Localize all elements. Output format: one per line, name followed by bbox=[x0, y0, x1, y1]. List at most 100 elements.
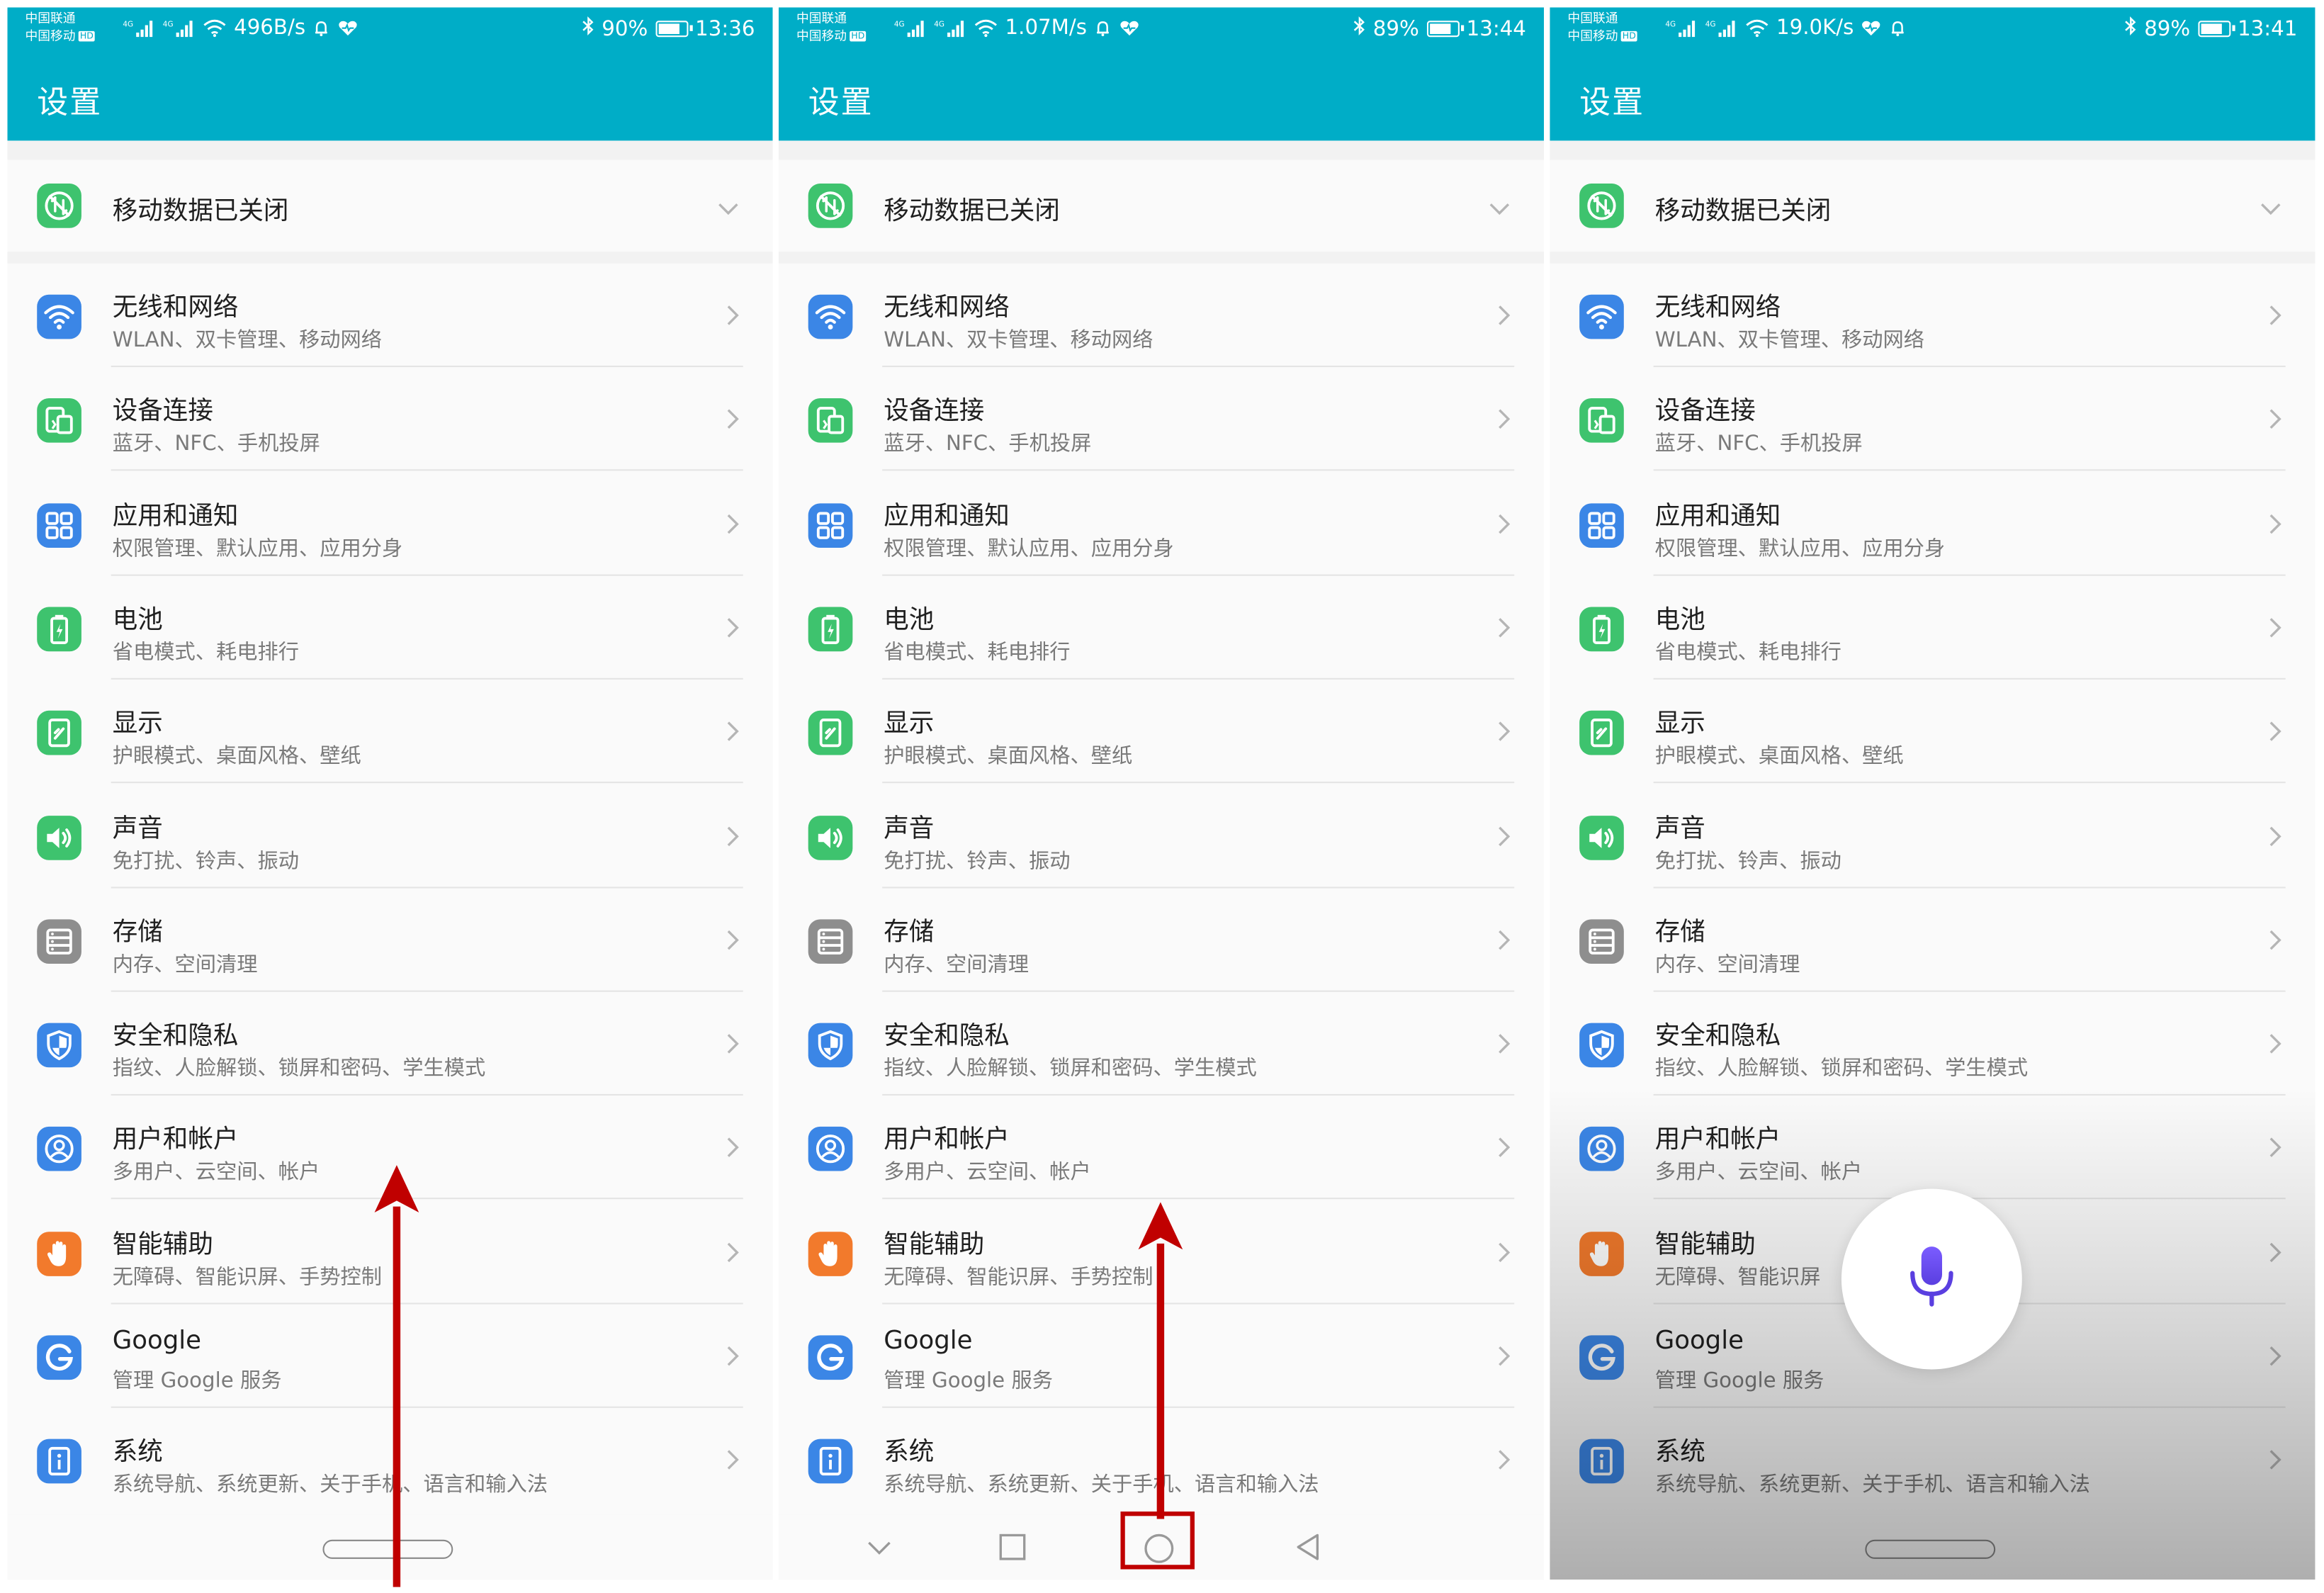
settings-item-apps[interactable]: 应用和通知 权限管理、默认应用、应用分身 bbox=[779, 472, 1544, 575]
signal-icon: 4G bbox=[1705, 19, 1738, 38]
chevron-right-icon bbox=[726, 824, 740, 854]
settings-item-subtitle: 权限管理、默认应用、应用分身 bbox=[112, 536, 403, 561]
chevron-down-icon[interactable] bbox=[716, 194, 740, 223]
settings-list: 无线和网络 WLAN、双卡管理、移动网络 设备连接 蓝牙、NFC、手机投屏 应用和通知权… bbox=[7, 263, 773, 1515]
nav-recents-button[interactable] bbox=[998, 1532, 1027, 1567]
mobile-data-row[interactable]: 移动数据已关闭 bbox=[7, 159, 773, 252]
settings-item-subtitle: 护眼模式、桌面风格、壁纸 bbox=[112, 745, 361, 769]
settings-item-subtitle: 免打扰、铃声、振动 bbox=[884, 849, 1071, 873]
settings-item-shield[interactable]: 安全和隐私 指纹、人脸解锁、锁屏和密码、学生模式 bbox=[1550, 992, 2315, 1096]
settings-item-apps[interactable]: 应用和通知 权限管理、默认应用、应用分身 bbox=[1550, 472, 2315, 575]
gesture-home-bar[interactable] bbox=[1865, 1539, 1996, 1559]
settings-item-subtitle: 系统导航、系统更新、关于手机、语言和输入法 bbox=[1654, 1473, 2090, 1497]
settings-item-sound[interactable]: 声音 免打扰、铃声、振动 bbox=[7, 784, 772, 888]
settings-item-storage[interactable]: 存储 内存、空间清理 bbox=[779, 888, 1544, 992]
system-icon bbox=[1579, 1439, 1624, 1484]
mobile-data-row[interactable]: 移动数据已关闭 bbox=[778, 159, 1545, 252]
settings-item-label: 电池 bbox=[884, 605, 935, 636]
settings-item-system[interactable]: 系统 系统导航、系统更新、关于手机、语言和输入法 bbox=[779, 1408, 1544, 1512]
display-icon bbox=[37, 711, 81, 755]
settings-item-sound[interactable]: 声音 免打扰、铃声、振动 bbox=[1550, 784, 2315, 888]
settings-item-sound[interactable]: 声音 免打扰、铃声、振动 bbox=[779, 784, 1544, 888]
settings-item-apps[interactable]: 应用和通知 权限管理、默认应用、应用分身 bbox=[7, 472, 772, 575]
settings-item-battery[interactable]: 电池 省电模式、耗电排行 bbox=[7, 575, 772, 680]
settings-item-hand[interactable]: 智能辅助 无障碍、智能识屏、手势控制 bbox=[7, 1200, 772, 1304]
settings-item-label: 安全和隐私 bbox=[1654, 1021, 1781, 1052]
settings-item-google[interactable]: Google 管理 Google 服务 bbox=[7, 1305, 772, 1408]
settings-item-wifi[interactable]: 无线和网络 WLAN、双卡管理、移动网络 bbox=[1550, 264, 2315, 368]
battery-percent: 90% bbox=[602, 17, 648, 41]
settings-item-subtitle: 系统导航、系统更新、关于手机、语言和输入法 bbox=[884, 1473, 1319, 1497]
settings-item-shield[interactable]: 安全和隐私 指纹、人脸解锁、锁屏和密码、学生模式 bbox=[7, 992, 772, 1096]
chevron-right-icon bbox=[726, 1240, 740, 1270]
svg-text:4G: 4G bbox=[123, 21, 133, 29]
chevron-right-icon bbox=[726, 512, 740, 541]
clock: 13:41 bbox=[2238, 17, 2298, 41]
carrier-names: 中国联通 中国移动 HD bbox=[1567, 11, 1637, 46]
settings-item-label: 安全和隐私 bbox=[884, 1021, 1010, 1052]
settings-item-battery[interactable]: 电池省电模式、耗电排行 bbox=[779, 575, 1544, 680]
user-icon bbox=[1579, 1127, 1624, 1172]
settings-item-subtitle: 无障碍、智能识屏、手势控制 bbox=[884, 1265, 1153, 1290]
highlight-box bbox=[1120, 1512, 1195, 1570]
settings-item-user[interactable]: 用户和帐户 多用户、云空间、帐户 bbox=[779, 1096, 1544, 1200]
settings-item-subtitle: 内存、空间清理 bbox=[112, 953, 258, 977]
settings-item-device-connection[interactable]: 设备连接 蓝牙、NFC、手机投屏 bbox=[7, 368, 772, 471]
settings-item-subtitle: 系统导航、系统更新、关于手机、语言和输入法 bbox=[112, 1473, 548, 1497]
wifi-icon bbox=[1579, 294, 1624, 339]
signal-icon: 4G bbox=[894, 19, 927, 38]
svg-text:4G: 4G bbox=[1705, 21, 1716, 29]
settings-item-label: 声音 bbox=[112, 814, 163, 843]
settings-item-subtitle: 护眼模式、桌面风格、壁纸 bbox=[1654, 745, 1904, 769]
settings-item-label: 存储 bbox=[112, 917, 163, 947]
battery-status-icon bbox=[655, 21, 692, 38]
voice-assistant-button[interactable] bbox=[1841, 1188, 2022, 1370]
settings-item-subtitle: 多用户、云空间、帐户 bbox=[112, 1161, 320, 1186]
settings-item-device-connection[interactable]: 设备连接 蓝牙、NFC、手机投屏 bbox=[779, 368, 1544, 471]
notification-bell-icon bbox=[313, 19, 331, 37]
settings-item-system[interactable]: 系统 系统导航、系统更新、关于手机、语言和输入法 bbox=[7, 1408, 772, 1512]
settings-item-hand[interactable]: 智能辅助 无障碍、智能识屏、手势控制 bbox=[779, 1200, 1544, 1304]
status-right: 89% 13:44 bbox=[1352, 16, 1526, 42]
status-left: 4G 4G 1.07M/s bbox=[894, 16, 1140, 40]
settings-item-display[interactable]: 显示 护眼模式、桌面风格、壁纸 bbox=[779, 680, 1544, 784]
battery-fill bbox=[658, 23, 680, 35]
chevron-down-icon[interactable] bbox=[2259, 194, 2282, 223]
mobile-data-row[interactable]: 移动数据已关闭 bbox=[1550, 159, 2315, 252]
settings-item-user[interactable]: 用户和帐户 多用户、云空间、帐户 bbox=[1550, 1096, 2315, 1200]
device-connection-icon bbox=[808, 398, 853, 444]
settings-item-wifi[interactable]: 无线和网络 WLAN、双卡管理、移动网络 bbox=[7, 264, 772, 368]
settings-item-shield[interactable]: 安全和隐私 指纹、人脸解锁、锁屏和密码、学生模式 bbox=[779, 992, 1544, 1096]
settings-item-display[interactable]: 显示 护眼模式、桌面风格、壁纸 bbox=[1550, 680, 2315, 784]
google-icon bbox=[1579, 1335, 1624, 1380]
settings-item-label: 设备连接 bbox=[884, 397, 985, 427]
chevron-right-icon bbox=[726, 928, 740, 957]
settings-item-device-connection[interactable]: 设备连接 蓝牙、NFC、手机投屏 bbox=[1550, 368, 2315, 471]
settings-item-storage[interactable]: 存储 内存、空间清理 bbox=[1550, 888, 2315, 992]
settings-header: 中国联通 中国移动 HD 4G 4G 496B/s 90% 13:36 设置 bbox=[7, 7, 773, 141]
chevron-right-icon bbox=[1496, 1240, 1511, 1270]
settings-item-display[interactable]: 显示 护眼模式、桌面风格、壁纸 bbox=[7, 680, 772, 784]
settings-item-subtitle: 管理 Google 服务 bbox=[112, 1369, 282, 1393]
chevron-right-icon bbox=[726, 1344, 740, 1374]
settings-item-system[interactable]: 系统 系统导航、系统更新、关于手机、语言和输入法 bbox=[1550, 1408, 2315, 1512]
settings-item-battery[interactable]: 电池 省电模式、耗电排行 bbox=[1550, 575, 2315, 680]
chevron-right-icon bbox=[726, 720, 740, 750]
nav-back-button[interactable] bbox=[1294, 1532, 1324, 1567]
navigation-bar bbox=[1550, 1514, 2315, 1580]
chevron-right-icon bbox=[2268, 928, 2283, 957]
settings-item-google[interactable]: Google 管理 Google 服务 bbox=[779, 1305, 1544, 1408]
chevron-right-icon bbox=[2268, 824, 2283, 854]
settings-list: 无线和网络 WLAN、双卡管理、移动网络 设备连接 蓝牙、NFC、手机投屏 应用和通知权… bbox=[778, 263, 1545, 1515]
nav-hide-button[interactable] bbox=[864, 1532, 894, 1567]
settings-item-wifi[interactable]: 无线和网络 WLAN、双卡管理、移动网络 bbox=[779, 264, 1544, 368]
net-speed: 1.07M/s bbox=[1005, 16, 1088, 40]
settings-item-subtitle: WLAN、双卡管理、移动网络 bbox=[1654, 328, 1924, 353]
chevron-down-icon[interactable] bbox=[1488, 194, 1511, 223]
display-icon bbox=[808, 711, 853, 755]
settings-item-storage[interactable]: 存储 内存、空间清理 bbox=[7, 888, 772, 992]
settings-item-subtitle: 省电模式、耗电排行 bbox=[884, 641, 1071, 665]
settings-item-user[interactable]: 用户和帐户 多用户、云空间、帐户 bbox=[7, 1096, 772, 1200]
gesture-home-bar[interactable] bbox=[322, 1539, 453, 1559]
bluetooth-icon bbox=[1352, 16, 1365, 42]
